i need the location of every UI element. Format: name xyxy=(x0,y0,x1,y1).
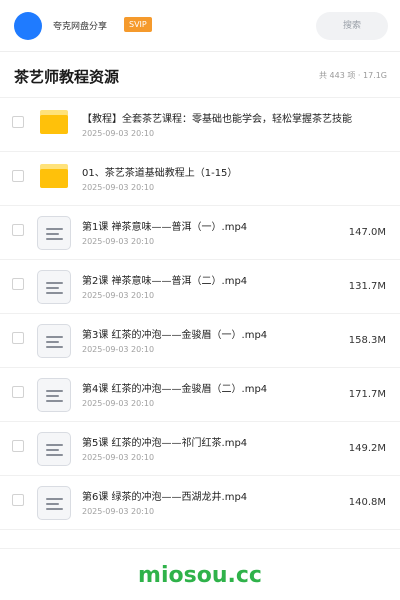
file-date: 2025-09-03 20:10 xyxy=(82,129,155,138)
file-size: 149.2M xyxy=(348,443,386,454)
folder-title-bar: 茶艺师教程资源 共 443 项 · 17.1G xyxy=(0,52,400,98)
folder-icon xyxy=(40,164,68,188)
row-checkbox[interactable] xyxy=(12,494,24,506)
file-row[interactable]: 第3课 红茶的冲泡——金骏眉（一）.mp4 2025-09-03 20:10 158… xyxy=(0,314,400,368)
video-file-icon xyxy=(37,324,71,358)
folder-row[interactable]: 01、茶艺茶道基础教程上（1-15） 2025-09-03 20:10 xyxy=(0,152,400,206)
file-name[interactable]: 第5课 红茶的冲泡——祁门红茶.mp4 xyxy=(82,434,352,449)
row-checkbox[interactable] xyxy=(12,386,24,398)
file-name[interactable]: 第6课 绿茶的冲泡——西湖龙井.mp4 xyxy=(82,488,352,503)
file-date: 2025-09-03 20:10 xyxy=(82,453,155,462)
video-file-icon xyxy=(37,432,71,466)
file-size: 158.3M xyxy=(348,335,386,346)
file-row[interactable]: 第6课 绿茶的冲泡——西湖龙井.mp4 2025-09-03 20:10 140.8… xyxy=(0,476,400,530)
search-button[interactable]: 搜索 xyxy=(316,12,388,40)
watermark: miosou.cc xyxy=(138,563,262,588)
divider xyxy=(0,548,400,549)
file-size: 147.0M xyxy=(348,227,386,238)
file-name[interactable]: 01、茶艺茶道基础教程上（1-15） xyxy=(82,164,374,179)
file-size: 131.7M xyxy=(348,281,386,292)
file-row[interactable]: 第4课 红茶的冲泡——金骏眉（二）.mp4 2025-09-03 20:10 171… xyxy=(0,368,400,422)
video-file-icon xyxy=(37,216,71,250)
file-date: 2025-09-03 20:10 xyxy=(82,237,155,246)
file-size: 171.7M xyxy=(348,389,386,400)
folder-row[interactable]: 【教程】全套茶艺课程：零基础也能学会，轻松掌握茶艺技能 2025-09-03 20… xyxy=(0,98,400,152)
item-count-summary: 共 443 项 · 17.1G xyxy=(319,71,387,80)
file-name[interactable]: 第3课 红茶的冲泡——金骏眉（一）.mp4 xyxy=(82,326,352,341)
file-name[interactable]: 【教程】全套茶艺课程：零基础也能学会，轻松掌握茶艺技能 xyxy=(82,110,374,125)
avatar[interactable] xyxy=(14,12,42,40)
username[interactable]: 夸克网盘分享 xyxy=(53,19,107,32)
file-row[interactable]: 第5课 红茶的冲泡——祁门红茶.mp4 2025-09-03 20:10 149.2… xyxy=(0,422,400,476)
page-title: 茶艺师教程资源 xyxy=(14,68,120,86)
file-date: 2025-09-03 20:10 xyxy=(82,399,155,408)
row-checkbox[interactable] xyxy=(12,332,24,344)
video-file-icon xyxy=(37,270,71,304)
app-header: 夸克网盘分享 SVIP 搜索 xyxy=(0,0,400,52)
file-date: 2025-09-03 20:10 xyxy=(82,507,155,516)
file-row[interactable]: 第1课 禅茶意味——普洱（一）.mp4 2025-09-03 20:10 147.0… xyxy=(0,206,400,260)
row-checkbox[interactable] xyxy=(12,224,24,236)
row-checkbox[interactable] xyxy=(12,170,24,182)
file-name[interactable]: 第1课 禅茶意味——普洱（一）.mp4 xyxy=(82,218,352,233)
file-name[interactable]: 第4课 红茶的冲泡——金骏眉（二）.mp4 xyxy=(82,380,352,395)
file-row[interactable]: 第2课 禅茶意味——普洱（二）.mp4 2025-09-03 20:10 131.7… xyxy=(0,260,400,314)
file-date: 2025-09-03 20:10 xyxy=(82,291,155,300)
folder-icon xyxy=(40,110,68,134)
file-list: 【教程】全套茶艺课程：零基础也能学会，轻松掌握茶艺技能 2025-09-03 20… xyxy=(0,98,400,530)
file-size: 140.8M xyxy=(348,497,386,508)
file-date: 2025-09-03 20:10 xyxy=(82,345,155,354)
row-checkbox[interactable] xyxy=(12,440,24,452)
video-file-icon xyxy=(37,486,71,520)
row-checkbox[interactable] xyxy=(12,116,24,128)
file-name[interactable]: 第2课 禅茶意味——普洱（二）.mp4 xyxy=(82,272,352,287)
svip-badge: SVIP xyxy=(124,17,152,32)
file-date: 2025-09-03 20:10 xyxy=(82,183,155,192)
row-checkbox[interactable] xyxy=(12,278,24,290)
video-file-icon xyxy=(37,378,71,412)
